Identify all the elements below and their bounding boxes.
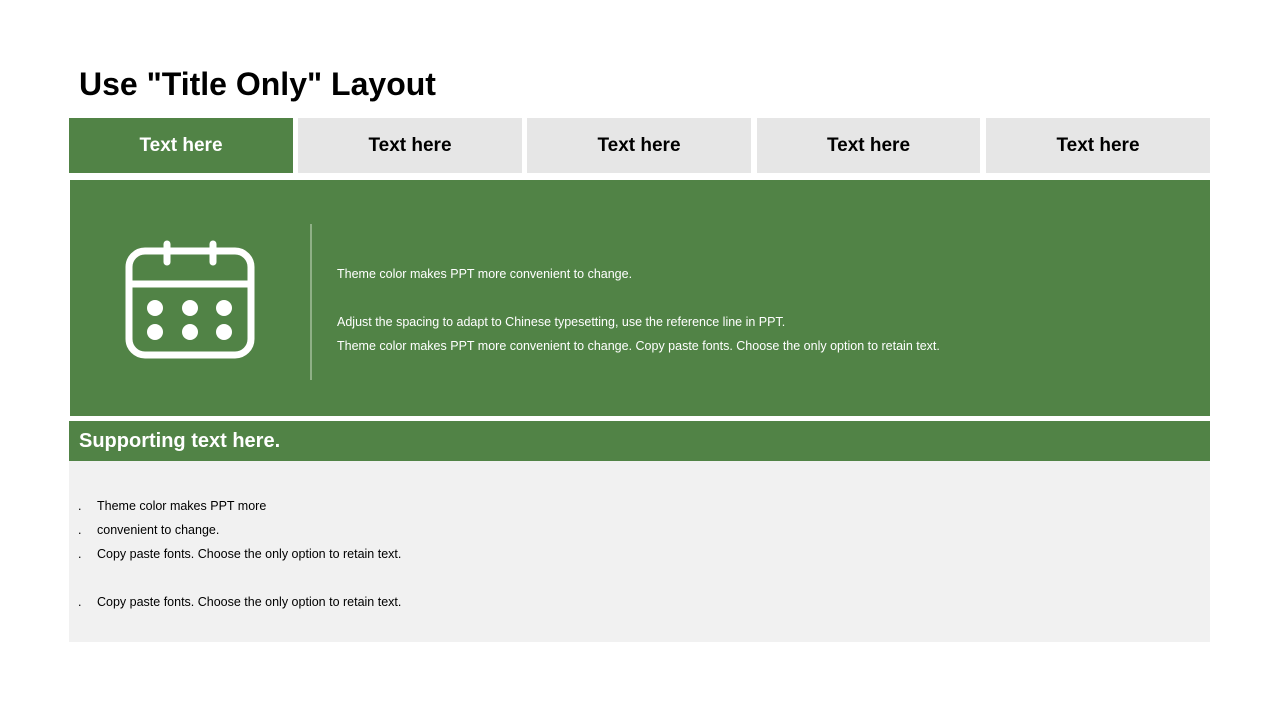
slide-title: Use "Title Only" Layout bbox=[79, 66, 436, 102]
panel-divider bbox=[310, 224, 312, 380]
tab-1[interactable]: Text here bbox=[69, 118, 293, 173]
bullet-marker: . bbox=[78, 523, 82, 537]
tab-5-label: Text here bbox=[1056, 134, 1140, 156]
tab-1-label: Text here bbox=[139, 134, 223, 156]
tab-3[interactable]: Text here bbox=[527, 118, 751, 173]
tab-4[interactable]: Text here bbox=[757, 118, 980, 173]
bullet-item: . Copy paste fonts. Choose the only optio… bbox=[78, 545, 401, 563]
bullet-text: Copy paste fonts. Choose the only option… bbox=[97, 595, 402, 609]
panel-line-2: Adjust the spacing to adapt to Chinese t… bbox=[337, 315, 786, 329]
tab-2-label: Text here bbox=[368, 134, 452, 156]
bullet-marker: . bbox=[78, 499, 82, 513]
bullet-item: . Theme color makes PPT more bbox=[78, 497, 266, 515]
bullet-text: convenient to change. bbox=[97, 523, 220, 537]
bullet-item: . convenient to change. bbox=[78, 521, 219, 539]
bullet-item: . Copy paste fonts. Choose the only optio… bbox=[78, 593, 401, 611]
bullet-marker: . bbox=[78, 595, 82, 609]
bullet-text: Copy paste fonts. Choose the only option… bbox=[97, 547, 402, 561]
tab-4-label: Text here bbox=[826, 134, 911, 156]
support-title: Supporting text here. bbox=[79, 430, 281, 452]
calendar-icon bbox=[125, 240, 255, 359]
slide: Use "Title Only" Layout Text here Text h… bbox=[0, 0, 1280, 720]
panel-line-1: Theme color makes PPT more convenient to… bbox=[337, 267, 633, 281]
tab-2[interactable]: Text here bbox=[298, 118, 522, 173]
tab-5[interactable]: Text here bbox=[986, 118, 1210, 173]
bullet-text: Theme color makes PPT more bbox=[97, 499, 267, 513]
tab-bar: Text here Text here Text here Text here … bbox=[69, 118, 1210, 173]
tab-3-label: Text here bbox=[597, 134, 681, 156]
bullet-marker: . bbox=[78, 547, 82, 561]
panel-line-3: Theme color makes PPT more convenient to… bbox=[337, 339, 940, 353]
